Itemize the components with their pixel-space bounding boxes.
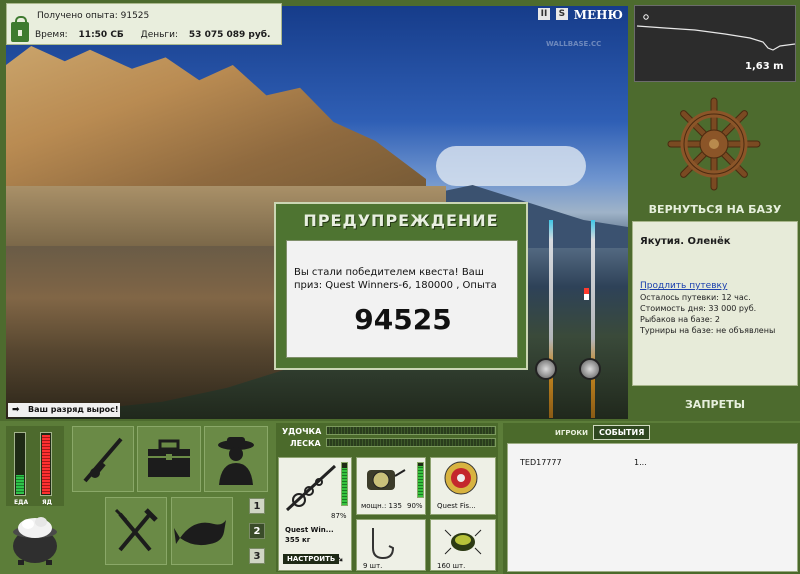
menu-button[interactable]: МЕНЮ bbox=[574, 8, 623, 22]
slot-food[interactable] bbox=[105, 497, 167, 565]
cloud bbox=[436, 146, 586, 186]
reel-power: мощн.: 135 bbox=[361, 502, 402, 510]
arrow-down-right-icon: ➘ bbox=[335, 552, 345, 565]
tab-events[interactable]: СОБЫТИЯ bbox=[593, 425, 651, 440]
slot-tackle-box[interactable] bbox=[137, 426, 201, 492]
pause-button[interactable]: II bbox=[538, 8, 550, 20]
slot-tab-2[interactable]: 2 bbox=[249, 523, 265, 539]
rod-icon bbox=[83, 437, 123, 483]
player-name[interactable]: TED17777 bbox=[520, 458, 562, 467]
reel-condition-bar bbox=[417, 462, 424, 498]
location-info-panel: Якутия. Оленёк Продлить путевку Осталось… bbox=[632, 221, 798, 386]
watermark: WALLBASE.CC bbox=[546, 40, 602, 48]
buoy bbox=[584, 288, 589, 300]
trip-remaining: Осталось путевки: 12 час. bbox=[640, 293, 751, 302]
depth-sonar: 1,63 m bbox=[634, 5, 796, 82]
setup-button[interactable]: НАСТРОИТЬ bbox=[283, 554, 340, 564]
top-controls: II S МЕНЮ bbox=[538, 8, 628, 24]
line-slot[interactable]: Quest Fis... bbox=[430, 457, 496, 515]
slot-tab-1[interactable]: 1 bbox=[249, 498, 265, 514]
food-meter bbox=[14, 432, 26, 496]
reel-percent: 90% bbox=[407, 502, 423, 510]
cauldron-icon[interactable] bbox=[10, 512, 60, 566]
beetle-bait-icon bbox=[444, 529, 482, 555]
depth-readout: 1,63 m bbox=[745, 61, 784, 72]
lock-icon[interactable] bbox=[11, 16, 29, 42]
fishers-on-base: Рыбаков на базе: 2 bbox=[640, 315, 720, 324]
bait-count: 160 шт. bbox=[437, 562, 466, 570]
hook-icon bbox=[372, 528, 395, 560]
tab-players[interactable]: ИГРОКИ bbox=[555, 429, 588, 437]
time-label: Время: bbox=[35, 30, 68, 40]
poison-label: ЯД bbox=[42, 499, 52, 506]
rod-condition-bar bbox=[341, 462, 348, 506]
poison-meter-fill bbox=[42, 435, 50, 494]
reel-slot[interactable]: мощн.: 135 90% bbox=[356, 457, 426, 515]
reel-icon bbox=[367, 469, 406, 490]
reel-2-icon[interactable] bbox=[579, 358, 601, 380]
fork-knife-icon bbox=[114, 508, 158, 552]
reel-condition-fill bbox=[418, 466, 423, 497]
status-meters: ЕДА ЯД bbox=[6, 426, 64, 506]
exp-label: Получено опыта: bbox=[37, 11, 118, 21]
warning-points: 94525 bbox=[354, 303, 452, 336]
rod-reel-icon bbox=[285, 464, 337, 512]
line-spool-icon bbox=[444, 461, 478, 495]
poison-meter bbox=[40, 432, 52, 496]
line-strength-bar bbox=[326, 438, 496, 447]
tackle-box-icon bbox=[148, 439, 190, 477]
rod-condition-fill bbox=[342, 468, 347, 505]
exp-value: 91525 bbox=[120, 11, 150, 21]
line-name: Quest Fis... bbox=[437, 502, 476, 510]
rod-name: Quest Win... bbox=[285, 526, 334, 534]
players-panel: ИГРОКИ СОБЫТИЯ TED17777 1... bbox=[503, 423, 800, 574]
sound-button[interactable]: S bbox=[555, 8, 568, 20]
rank-notice[interactable]: Ваш разряд вырос! bbox=[8, 403, 120, 417]
fish-icon bbox=[174, 520, 226, 546]
slot-fish[interactable] bbox=[171, 497, 233, 565]
back-to-base-button[interactable]: ВЕРНУТЬСЯ НА БАЗУ bbox=[634, 203, 796, 216]
extend-trip-link[interactable]: Продлить путевку bbox=[640, 281, 727, 291]
rod-slot[interactable]: 87% Quest Win... 355 кг НАСТРОИТЬ ➘ bbox=[278, 457, 352, 571]
money-label: Деньги: bbox=[140, 30, 179, 40]
ship-wheel-icon[interactable] bbox=[666, 96, 762, 192]
hook-slot[interactable]: 9 шт. bbox=[356, 519, 426, 571]
rod-label: УДОЧКА bbox=[282, 427, 322, 436]
fishing-rod-1[interactable] bbox=[549, 220, 553, 418]
food-label: ЕДА bbox=[14, 499, 29, 506]
location-name: Якутия. Оленёк bbox=[640, 236, 731, 247]
fishing-rod-2[interactable] bbox=[591, 220, 595, 418]
bait-slot[interactable]: 160 шт. bbox=[430, 519, 496, 571]
player-info-panel: Получено опыта: 91525 Время: 11:50 СБ Де… bbox=[6, 3, 282, 45]
warning-dialog: ПРЕДУПРЕЖДЕНИЕ Вы стали победителем квес… bbox=[274, 202, 528, 370]
warning-body: Вы стали победителем квеста! Ваш приз: Q… bbox=[286, 240, 518, 358]
hooks-count: 9 шт. bbox=[363, 562, 383, 570]
rod-weight: 355 кг bbox=[285, 536, 311, 544]
rod-strength-bar bbox=[326, 426, 496, 435]
food-meter-fill bbox=[16, 475, 24, 494]
line-label: ЛЕСКА bbox=[290, 439, 321, 448]
money-value: 53 075 089 руб. bbox=[188, 30, 271, 40]
reel-1-icon[interactable] bbox=[535, 358, 557, 380]
slot-rod-parts[interactable] bbox=[72, 426, 134, 492]
day-cost: Стоимость дня: 33 000 руб. bbox=[640, 304, 757, 313]
gear-panel: УДОЧКА ЛЕСКА 87% Quest Win... 355 кг НАС… bbox=[276, 423, 498, 572]
warning-message: Вы стали победителем квеста! Ваш приз: Q… bbox=[294, 267, 497, 291]
fisherman-icon bbox=[218, 437, 254, 485]
time-value: 11:50 СБ bbox=[78, 30, 124, 40]
slot-clothing[interactable] bbox=[204, 426, 268, 492]
warning-title: ПРЕДУПРЕЖДЕНИЕ bbox=[303, 211, 499, 230]
player-value: 1... bbox=[634, 458, 647, 467]
rod-percent: 87% bbox=[331, 512, 347, 520]
bans-button[interactable]: ЗАПРЕТЫ bbox=[634, 398, 796, 411]
tournaments-on-base: Турниры на базе: не объявлены bbox=[640, 326, 776, 335]
slot-tab-3[interactable]: 3 bbox=[249, 548, 265, 564]
players-list: TED17777 1... bbox=[507, 443, 798, 572]
